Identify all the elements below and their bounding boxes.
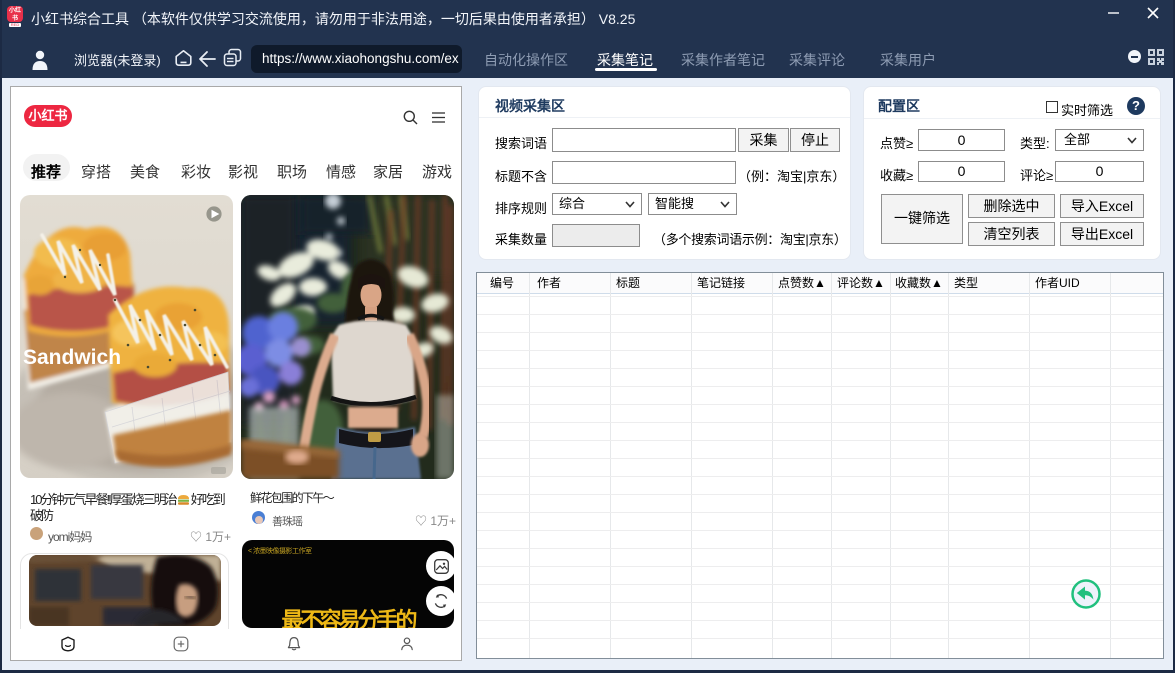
svg-text:Sandwich: Sandwich — [23, 346, 121, 369]
